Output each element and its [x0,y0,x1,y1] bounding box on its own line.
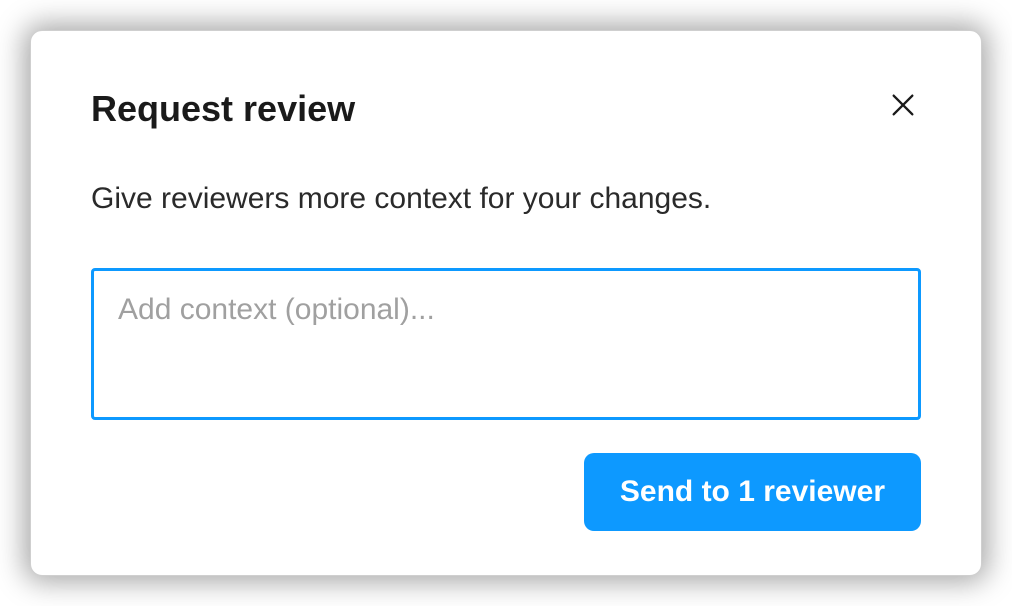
close-icon [889,91,917,122]
close-button[interactable] [885,87,921,126]
context-input[interactable] [91,268,921,420]
modal-subtitle: Give reviewers more context for your cha… [91,182,921,216]
modal-header: Request review [91,87,921,130]
send-button[interactable]: Send to 1 reviewer [584,453,921,531]
modal-title: Request review [91,87,355,130]
request-review-modal: Request review Give reviewers more conte… [30,30,982,576]
modal-footer: Send to 1 reviewer [91,453,921,531]
